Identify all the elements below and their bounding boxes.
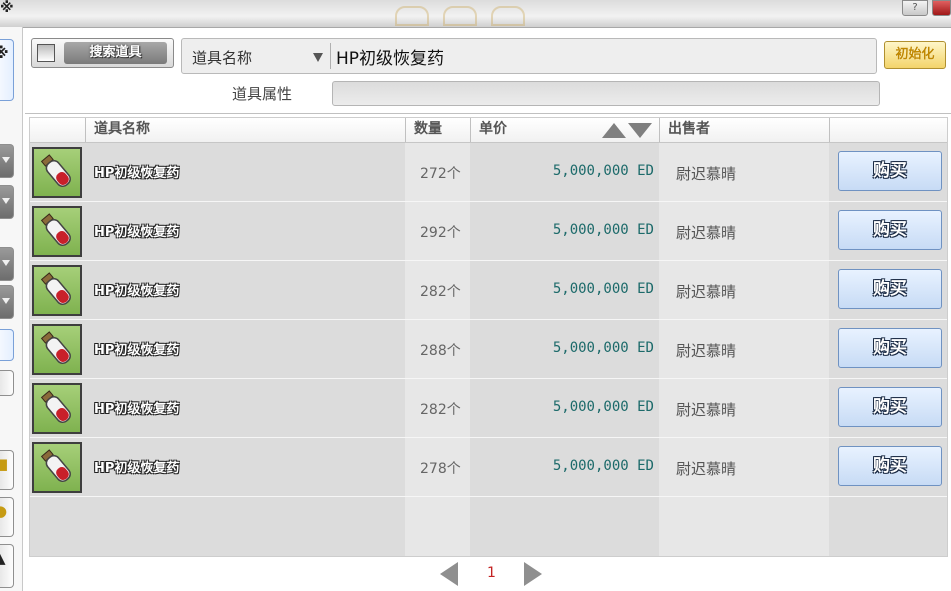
sidebar-dropdown-3[interactable] — [0, 247, 14, 281]
item-seller: 尉迟慕晴 — [676, 224, 737, 242]
item-price: 5,000,000 ED — [552, 163, 654, 179]
item-seller: 尉迟慕晴 — [676, 460, 737, 478]
left-sidebar: ※ ■ ● ▲ — [0, 27, 23, 591]
potion-icon[interactable] — [32, 206, 82, 257]
buy-button[interactable]: 购买 — [838, 151, 942, 191]
table-row: HP初级恢复药 282个 5,000,000 ED 尉迟慕晴 购买 — [30, 261, 947, 320]
buy-button[interactable]: 购买 — [838, 269, 942, 309]
sidebar-tab-3[interactable]: ● — [0, 497, 14, 537]
search-bar: 道具名称 — [181, 38, 877, 74]
search-item-button[interactable]: 搜索道具 — [64, 42, 167, 64]
attribute-label: 道具属性 — [232, 85, 293, 103]
search-category-select[interactable]: 道具名称 — [192, 47, 252, 68]
item-name: HP初级恢复药 — [94, 284, 180, 299]
item-seller: 尉迟慕晴 — [676, 401, 737, 419]
item-name: HP初级恢复药 — [94, 225, 180, 240]
next-page-icon[interactable] — [524, 562, 542, 586]
help-icon[interactable]: ? — [902, 0, 928, 16]
item-name: HP初级恢复药 — [94, 461, 180, 476]
potion-icon[interactable] — [32, 147, 82, 198]
title-decoration — [395, 6, 575, 26]
table-header: 道具名称 数量 单价 出售者 — [30, 118, 947, 143]
item-seller: 尉迟慕晴 — [676, 165, 737, 183]
search-input[interactable] — [332, 41, 872, 71]
menu-glyph-icon: ※ — [0, 0, 14, 16]
item-name: HP初级恢复药 — [94, 343, 180, 358]
close-icon[interactable] — [932, 0, 951, 16]
header-quantity[interactable]: 数量 — [405, 118, 470, 142]
sidebar-dropdown-4[interactable] — [0, 285, 14, 319]
item-price: 5,000,000 ED — [552, 340, 654, 356]
attribute-field[interactable] — [332, 81, 880, 106]
title-bar: ※ ? — [0, 0, 951, 28]
sidebar-field-1[interactable] — [0, 329, 14, 361]
item-quantity: 292个 — [420, 225, 461, 241]
sidebar-tab-3-icon: ● — [0, 502, 8, 520]
checkbox-icon[interactable] — [37, 44, 55, 62]
header-item-name[interactable]: 道具名称 — [85, 118, 405, 142]
prev-page-icon[interactable] — [440, 562, 458, 586]
item-price: 5,000,000 ED — [552, 281, 654, 297]
table-row: HP初级恢复药 282个 5,000,000 ED 尉迟慕晴 购买 — [30, 379, 947, 438]
buy-button[interactable]: 购买 — [838, 446, 942, 486]
table-row: HP初级恢复药 272个 5,000,000 ED 尉迟慕晴 购买 — [30, 143, 947, 202]
sidebar-field-2[interactable] — [0, 370, 14, 396]
reset-button[interactable]: 初始化 — [884, 41, 946, 69]
header-action — [829, 118, 947, 142]
sidebar-tab-4-icon: ▲ — [0, 549, 6, 567]
item-quantity: 282个 — [420, 402, 461, 418]
sidebar-tab-4[interactable]: ▲ — [0, 544, 14, 588]
dropdown-arrow-icon[interactable] — [313, 53, 323, 62]
item-name: HP初级恢复药 — [94, 402, 180, 417]
item-price: 5,000,000 ED — [552, 222, 654, 238]
buy-button[interactable]: 购买 — [838, 210, 942, 250]
sidebar-tab-2[interactable]: ■ — [0, 450, 14, 490]
pagination: 1 — [438, 560, 548, 588]
item-name: HP初级恢复药 — [94, 166, 180, 181]
sort-asc-icon[interactable] — [602, 123, 626, 138]
sidebar-dropdown-1[interactable] — [0, 144, 14, 178]
search-item-toggle[interactable]: 搜索道具 — [31, 38, 174, 68]
search-divider — [330, 43, 331, 69]
buy-button[interactable]: 购买 — [838, 387, 942, 427]
item-quantity: 288个 — [420, 343, 461, 359]
page-number[interactable]: 1 — [487, 565, 496, 581]
table-row: HP初级恢复药 292个 5,000,000 ED 尉迟慕晴 购买 — [30, 202, 947, 261]
item-seller: 尉迟慕晴 — [676, 283, 737, 301]
potion-icon[interactable] — [32, 324, 82, 375]
item-quantity: 278个 — [420, 461, 461, 477]
item-search-panel: 搜索道具 道具名称 初始化 道具属性 道具名称 数量 单价 出售者 HP初级恢复… — [25, 33, 951, 591]
results-table: 道具名称 数量 单价 出售者 HP初级恢复药 272个 5,000,000 ED 尉迟… — [29, 117, 948, 557]
item-quantity: 282个 — [420, 284, 461, 300]
divider — [25, 113, 951, 114]
sidebar-tab-1[interactable]: ※ — [0, 39, 14, 101]
sidebar-tab-2-icon: ■ — [0, 455, 9, 473]
table-row: HP初级恢复药 278个 5,000,000 ED 尉迟慕晴 购买 — [30, 438, 947, 497]
sort-desc-icon[interactable] — [628, 123, 652, 138]
sidebar-dropdown-2[interactable] — [0, 185, 14, 219]
header-seller[interactable]: 出售者 — [659, 118, 829, 142]
sidebar-tab-1-icon: ※ — [0, 44, 9, 62]
item-seller: 尉迟慕晴 — [676, 342, 737, 360]
item-price: 5,000,000 ED — [552, 458, 654, 474]
potion-icon[interactable] — [32, 265, 82, 316]
potion-icon[interactable] — [32, 383, 82, 434]
item-price: 5,000,000 ED — [552, 399, 654, 415]
item-quantity: 272个 — [420, 166, 461, 182]
buy-button[interactable]: 购买 — [838, 328, 942, 368]
table-row: HP初级恢复药 288个 5,000,000 ED 尉迟慕晴 购买 — [30, 320, 947, 379]
potion-icon[interactable] — [32, 442, 82, 493]
